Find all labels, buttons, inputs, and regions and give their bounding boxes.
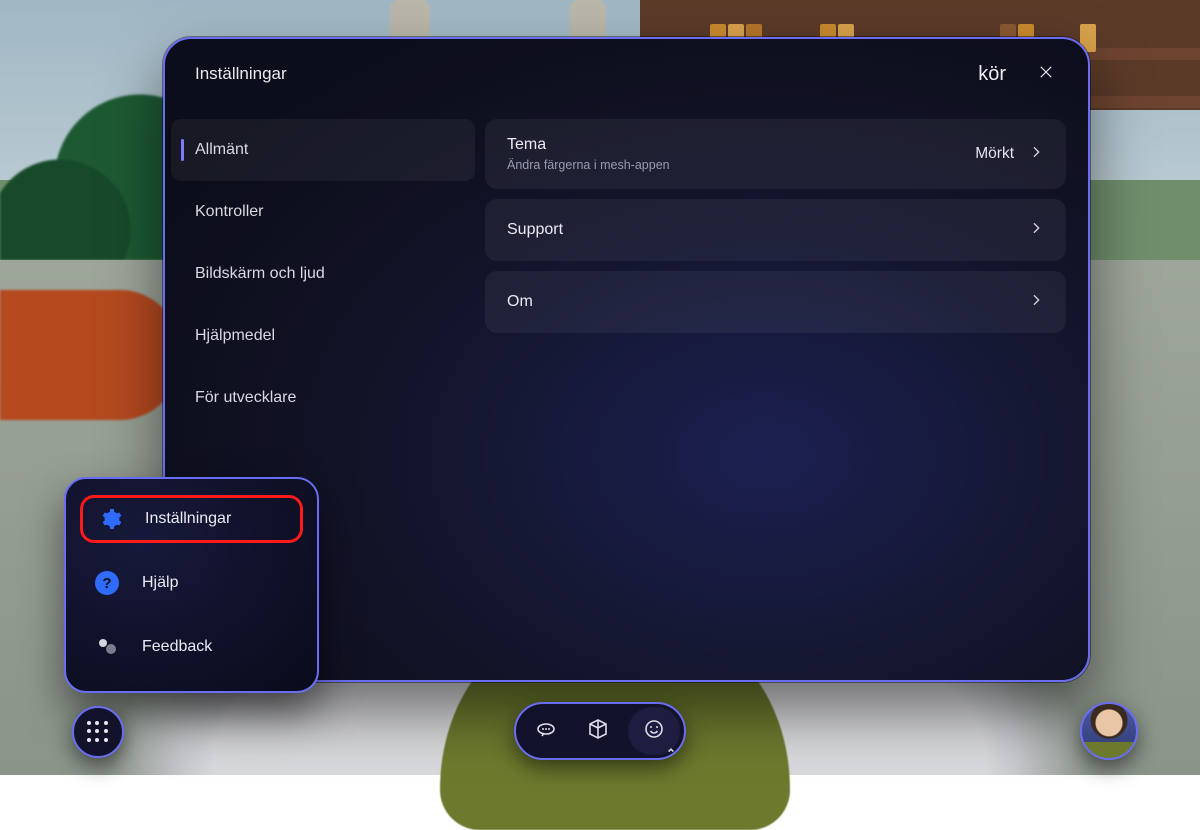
bottom-dock (514, 702, 686, 760)
row-title: Tema (507, 136, 975, 154)
chevron-right-icon (1028, 220, 1044, 241)
sidebar-item-label: Allmänt (195, 141, 248, 159)
cube-icon (586, 717, 610, 746)
app-menu-popup: Inställningar ? Hjälp Feedback (64, 477, 319, 693)
sidebar-item-label: För utvecklare (195, 389, 296, 407)
sidebar-item-general[interactable]: Allmänt (171, 119, 475, 181)
chevron-right-icon (1028, 292, 1044, 313)
menu-item-label: Feedback (142, 638, 212, 656)
close-icon (1037, 63, 1055, 86)
row-theme[interactable]: Tema Ändra färgerna i mesh-appen Mörkt (485, 119, 1066, 189)
close-button[interactable] (1034, 62, 1058, 86)
row-title: Support (507, 221, 1028, 239)
menu-item-help[interactable]: ? Hjälp (80, 559, 303, 607)
sidebar-item-controls[interactable]: Kontroller (165, 181, 485, 243)
dock-button-cube[interactable] (572, 707, 624, 755)
app-launcher-button[interactable] (72, 706, 124, 758)
window-title: Inställningar (195, 64, 287, 84)
speech-icon (534, 717, 558, 746)
menu-item-label: Hjälp (142, 574, 178, 592)
grid-icon (87, 721, 109, 743)
emoji-icon (642, 717, 666, 746)
menu-item-feedback[interactable]: Feedback (80, 623, 303, 671)
sidebar-item-label: Hjälpmedel (195, 327, 275, 345)
sidebar-item-display-audio[interactable]: Bildskärm och ljud (165, 243, 485, 305)
avatar-button[interactable] (1080, 702, 1138, 760)
menu-item-label: Inställningar (145, 510, 231, 528)
row-title: Om (507, 293, 1028, 311)
dock-button-bubble[interactable] (520, 707, 572, 755)
gear-icon (97, 506, 123, 532)
row-support[interactable]: Support (485, 199, 1066, 261)
row-about[interactable]: Om (485, 271, 1066, 333)
menu-item-settings[interactable]: Inställningar (80, 495, 303, 543)
chevron-right-icon (1028, 144, 1044, 165)
feedback-icon (94, 634, 120, 660)
run-button[interactable]: kör (978, 63, 1006, 86)
sidebar-item-accessibility[interactable]: Hjälpmedel (165, 305, 485, 367)
chevron-up-icon (667, 741, 675, 749)
row-subtitle: Ändra färgerna i mesh-appen (507, 158, 975, 172)
settings-content: Tema Ändra färgerna i mesh-appen Mörkt S… (485, 109, 1066, 680)
sidebar-item-label: Kontroller (195, 203, 263, 221)
sidebar-item-label: Bildskärm och ljud (195, 265, 325, 283)
help-icon: ? (94, 570, 120, 596)
row-value: Mörkt (975, 145, 1014, 163)
sidebar-item-developer[interactable]: För utvecklare (165, 367, 485, 429)
dock-button-emoji[interactable] (628, 707, 680, 755)
